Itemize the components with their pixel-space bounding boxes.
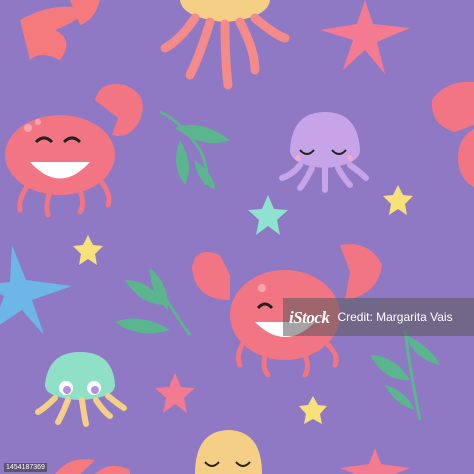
sea-pattern-illustration bbox=[0, 0, 474, 474]
image-id-label: 1454187369 bbox=[4, 463, 47, 472]
credit-text: Credit: Margarita Vais bbox=[337, 310, 453, 324]
istock-watermark: iStock Credit: Margarita Vais bbox=[283, 298, 474, 336]
istock-logo: iStock bbox=[289, 307, 330, 327]
